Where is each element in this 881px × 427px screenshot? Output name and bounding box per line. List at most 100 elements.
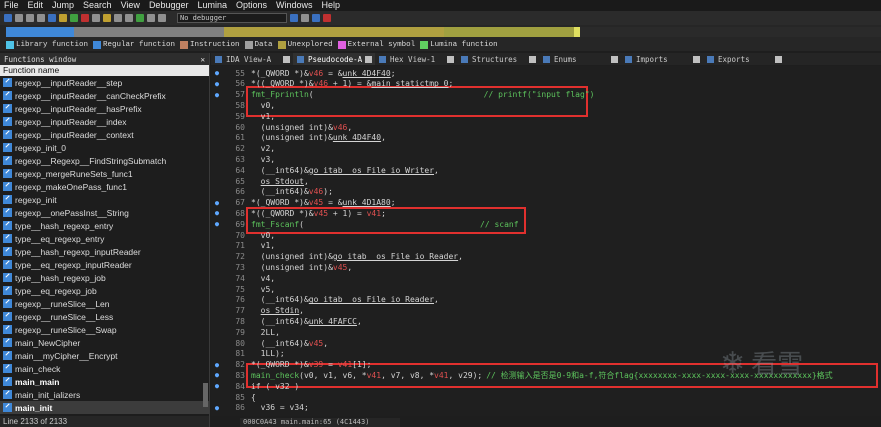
name-icon[interactable] xyxy=(81,14,89,22)
tab-close-icon[interactable] xyxy=(447,55,454,63)
menu-item-file[interactable]: File xyxy=(4,0,19,11)
function-name: type__eq_regexp_job xyxy=(15,285,97,296)
function-list-item[interactable]: regexp__onePassInst__String xyxy=(0,206,209,219)
run-icon[interactable] xyxy=(136,14,144,22)
functions-window: Functions window ✕ Function name regexp_… xyxy=(0,53,210,427)
breakpoint-dot-icon[interactable]: ● xyxy=(213,220,221,228)
menu-item-jump[interactable]: Jump xyxy=(52,0,74,11)
debugger-select[interactable]: No debugger xyxy=(177,13,287,23)
function-list-item[interactable]: main_main xyxy=(0,375,209,388)
function-list-scrollbar[interactable] xyxy=(203,383,208,407)
graph-icon[interactable] xyxy=(92,14,100,22)
tab-imports[interactable]: Imports xyxy=(621,53,703,65)
tab-hex-view-1[interactable]: Hex View-1 xyxy=(375,53,457,65)
menu-item-debugger[interactable]: Debugger xyxy=(149,0,189,11)
menu-item-options[interactable]: Options xyxy=(236,0,267,11)
undefine-icon[interactable] xyxy=(70,14,78,22)
function-list-item[interactable]: regexp__inputReader__canCheckPrefix xyxy=(0,89,209,102)
function-list-item[interactable]: type__hash_regexp_inputReader xyxy=(0,245,209,258)
code-line[interactable]: ● 86 v36 = v34; xyxy=(211,402,881,414)
function-list-item[interactable]: main_check xyxy=(0,362,209,375)
function-list-item[interactable]: regexp__inputReader__index xyxy=(0,115,209,128)
function-name: regexp__runeSlice__Len xyxy=(15,298,110,309)
function-list-item[interactable]: regexp__inputReader__hasPrefix xyxy=(0,102,209,115)
breakpoint-dot-icon[interactable]: ● xyxy=(213,404,221,412)
tab-close-icon[interactable] xyxy=(693,55,700,63)
tab-ida-view-a[interactable]: IDA View-A xyxy=(211,53,293,65)
breakpoint-dot-icon[interactable]: ● xyxy=(213,199,221,207)
navigation-band[interactable] xyxy=(0,25,881,39)
function-list-item[interactable]: type__eq_regexp_job xyxy=(0,284,209,297)
function-icon xyxy=(3,195,12,204)
code-comment: // printf("input flag") xyxy=(483,90,595,100)
tab-close-icon[interactable] xyxy=(611,55,618,63)
code-text: v0, xyxy=(251,230,276,240)
save-icon[interactable] xyxy=(15,14,23,22)
function-list-item[interactable]: regexp_init_0 xyxy=(0,141,209,154)
flag-icon[interactable] xyxy=(323,14,331,22)
code-status: 000C0A43 main.main:65 (4C1443) xyxy=(240,418,400,427)
code-icon[interactable] xyxy=(48,14,56,22)
function-list-item[interactable]: regexp__inputReader__step xyxy=(0,76,209,89)
function-name-column-header[interactable]: Function name xyxy=(0,65,209,76)
enum-icon[interactable] xyxy=(125,14,133,22)
tab-pseudocode-a[interactable]: Pseudocode-A xyxy=(293,53,375,65)
function-icon[interactable] xyxy=(103,14,111,22)
tab-exports[interactable]: Exports xyxy=(703,53,785,65)
breakpoint-dot-icon[interactable]: ● xyxy=(213,371,221,379)
breakpoint-dot-icon[interactable]: ● xyxy=(213,382,221,390)
function-list-item[interactable]: main_init_ializers xyxy=(0,388,209,401)
watermark-logo: ❄ 看雪 xyxy=(720,344,803,381)
function-list-item[interactable]: regexp__runeSlice__Swap xyxy=(0,323,209,336)
forward-icon[interactable] xyxy=(37,14,45,22)
function-list-item[interactable]: regexp__runeSlice__Less xyxy=(0,310,209,323)
tab-structures[interactable]: Structures xyxy=(457,53,539,65)
menu-item-search[interactable]: Search xyxy=(83,0,112,11)
breakpoint-dot-icon[interactable]: ● xyxy=(213,361,221,369)
function-list-item[interactable]: main__myCipher__Encrypt xyxy=(0,349,209,362)
functions-window-title: Functions window xyxy=(4,54,77,64)
menu-item-windows[interactable]: Windows xyxy=(276,0,313,11)
close-icon[interactable]: ✕ xyxy=(200,55,205,64)
pause-icon[interactable] xyxy=(147,14,155,22)
attach-icon[interactable] xyxy=(301,14,309,22)
function-name: regexp__Regexp__FindStringSubmatch xyxy=(15,155,167,166)
data-icon[interactable] xyxy=(59,14,67,22)
function-list-item[interactable]: regexp__runeSlice__Len xyxy=(0,297,209,310)
menu-item-view[interactable]: View xyxy=(121,0,140,11)
tab-close-icon[interactable] xyxy=(283,55,290,63)
menu-item-edit[interactable]: Edit xyxy=(28,0,44,11)
lumina-icon[interactable] xyxy=(312,14,320,22)
breakpoint-dot-icon[interactable]: ● xyxy=(213,69,221,77)
tab-close-icon[interactable] xyxy=(529,55,536,63)
code-text: (unsigned int)&v46, xyxy=(251,122,353,132)
code-text: (__int64)&go_itab__os_File_io_Writer, xyxy=(251,165,439,175)
function-icon xyxy=(3,221,12,230)
function-list-item[interactable]: type__eq_regexp_entry xyxy=(0,232,209,245)
function-list-item[interactable]: type__hash_regexp_job xyxy=(0,271,209,284)
open-icon[interactable] xyxy=(4,14,12,22)
tab-close-icon[interactable] xyxy=(365,55,372,63)
debug-options-icon[interactable] xyxy=(290,14,298,22)
menu-item-lumina[interactable]: Lumina xyxy=(197,0,227,11)
function-icon xyxy=(3,273,12,282)
function-list-item[interactable]: regexp__Regexp__FindStringSubmatch xyxy=(0,154,209,167)
breakpoint-dot-icon[interactable]: ● xyxy=(213,80,221,88)
function-list-item[interactable]: main_init xyxy=(0,401,209,414)
function-list-item[interactable]: type__hash_regexp_entry xyxy=(0,219,209,232)
menu-item-help[interactable]: Help xyxy=(322,0,341,11)
function-list-item[interactable]: type__eq_regexp_inputReader xyxy=(0,258,209,271)
function-list-item[interactable]: main_NewCipher xyxy=(0,336,209,349)
tab-close-icon[interactable] xyxy=(775,55,782,63)
struct-icon[interactable] xyxy=(114,14,122,22)
back-icon[interactable] xyxy=(26,14,34,22)
breakpoint-dot-icon[interactable]: ● xyxy=(213,209,221,217)
snowflake-icon: ❄ xyxy=(720,346,746,381)
function-list-item[interactable]: regexp_mergeRuneSets_func1 xyxy=(0,167,209,180)
stop-icon[interactable] xyxy=(158,14,166,22)
tab-enums[interactable]: Enums xyxy=(539,53,621,65)
function-list-item[interactable]: regexp__inputReader__context xyxy=(0,128,209,141)
function-list-item[interactable]: regexp_init xyxy=(0,193,209,206)
breakpoint-dot-icon[interactable]: ● xyxy=(213,91,221,99)
function-list-item[interactable]: regexp_makeOnePass_func1 xyxy=(0,180,209,193)
